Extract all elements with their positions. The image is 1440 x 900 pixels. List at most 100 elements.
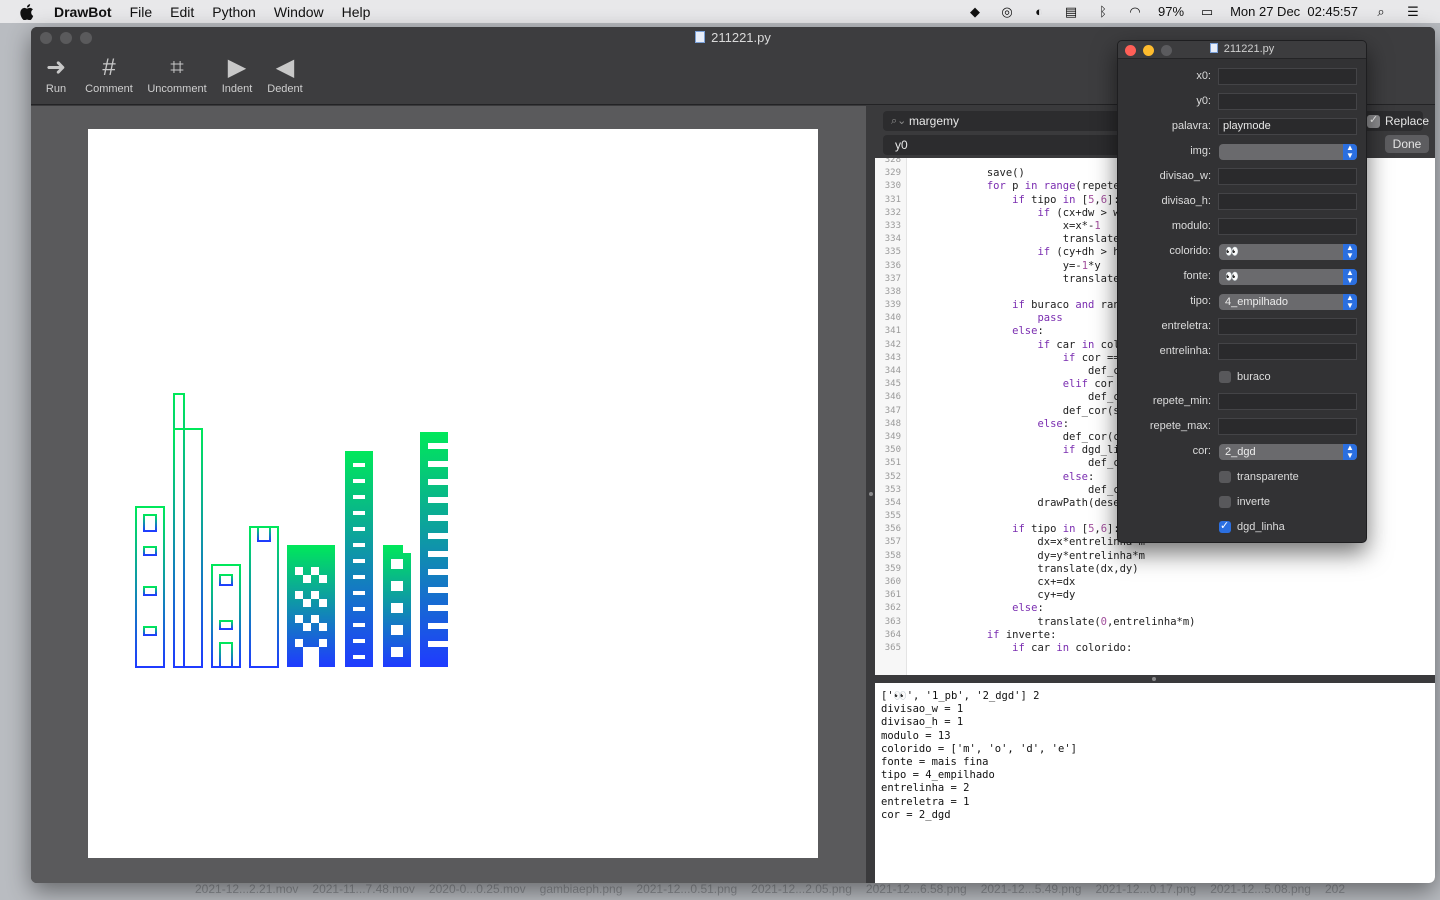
code-line[interactable]: 359 translate(dx,dy) bbox=[875, 563, 1435, 576]
cor-select[interactable]: 2_dgd ▲ ▼ bbox=[1219, 444, 1357, 460]
menu-help[interactable]: Help bbox=[342, 4, 371, 20]
console-line: entrelinha = 2 bbox=[881, 782, 970, 795]
horizontal-splitter-handle[interactable] bbox=[1152, 677, 1156, 681]
buraco-checkbox-box[interactable] bbox=[1219, 371, 1231, 383]
code-line[interactable]: 363 translate(0,entrelinha*m) bbox=[875, 616, 1435, 629]
replace-checkbox-box[interactable] bbox=[1367, 113, 1380, 128]
menu-file[interactable]: File bbox=[130, 4, 153, 20]
uncomment-button[interactable]: ⌗ Uncomment bbox=[145, 53, 209, 95]
code-line[interactable]: 365 if car in colorido: bbox=[875, 642, 1435, 655]
palavra-input[interactable]: playmode bbox=[1218, 118, 1357, 135]
buraco-checkbox[interactable]: buraco bbox=[1219, 371, 1271, 383]
code-text: x=x*-1 bbox=[911, 219, 1101, 232]
line-number: 359 bbox=[884, 563, 901, 574]
inverte-checkbox[interactable]: inverte bbox=[1219, 496, 1270, 508]
code-text: def_cor bbox=[911, 391, 1133, 404]
dedent-button[interactable]: ◀ Dedent bbox=[265, 53, 305, 95]
code-line[interactable]: 360 cx+=dx bbox=[875, 576, 1435, 589]
menu-python[interactable]: Python bbox=[212, 4, 256, 20]
output-console[interactable]: ['👀', '1_pb', '2_dgd'] 2 divisao_w = 1 div… bbox=[875, 683, 1435, 883]
code-text: drawPath(desenh bbox=[911, 496, 1133, 509]
letter-e bbox=[420, 432, 448, 667]
line-number: 358 bbox=[884, 550, 901, 561]
desktop-file-label[interactable]: 2021-11...7.48.mov bbox=[312, 882, 415, 896]
desktop-file-label[interactable]: 2021-12...0.17.png bbox=[1095, 882, 1196, 896]
fonte-select[interactable]: 👀 ▲ ▼ bbox=[1219, 269, 1357, 285]
menu-window[interactable]: Window bbox=[274, 4, 324, 20]
desktop-file-label[interactable]: 2021-12...5.49.png bbox=[981, 882, 1082, 896]
code-line[interactable]: 361 cy+=dy bbox=[875, 589, 1435, 602]
splitter-handle[interactable] bbox=[869, 492, 873, 496]
code-line[interactable]: 364 if inverte: bbox=[875, 629, 1435, 642]
letter-l bbox=[173, 393, 203, 668]
run-button[interactable]: ➜ Run bbox=[39, 53, 73, 95]
desktop-file-label[interactable]: gambiaeph.png bbox=[540, 882, 623, 896]
line-number: 341 bbox=[884, 326, 901, 337]
dropbox-icon[interactable]: ◆ bbox=[966, 4, 984, 19]
canvas-area[interactable] bbox=[31, 106, 866, 883]
comment-button[interactable]: # Comment bbox=[83, 53, 135, 95]
dgd-linha-checkbox-box[interactable] bbox=[1219, 519, 1231, 533]
y0-input[interactable] bbox=[1218, 93, 1357, 110]
code-line[interactable]: 362 else: bbox=[875, 602, 1435, 615]
replace-checkbox-label: Replace bbox=[1385, 114, 1430, 128]
entreletra-input[interactable] bbox=[1218, 318, 1357, 335]
vertical-splitter[interactable] bbox=[866, 106, 875, 883]
tipo-select[interactable]: 4_empilhado ▲ ▼ bbox=[1219, 294, 1357, 310]
fonte-label: fonte: bbox=[1183, 270, 1211, 282]
desktop-file-label[interactable]: 2020-0...0.25.mov bbox=[429, 882, 526, 896]
code-text: if tipo in [5,6]: bbox=[1012, 193, 1120, 206]
desktop-file-label[interactable]: 2021-12...0.51.png bbox=[636, 882, 737, 896]
x0-input[interactable] bbox=[1218, 68, 1357, 85]
divisao-w-input[interactable] bbox=[1218, 168, 1357, 185]
img-select[interactable]: ▲ ▼ bbox=[1219, 144, 1357, 160]
done-button[interactable]: Done bbox=[1385, 135, 1429, 153]
code-text: def_cor bbox=[911, 365, 1133, 377]
indent-button[interactable]: ▶ Indent bbox=[219, 53, 255, 95]
desktop-file-label[interactable]: 2021-12...5.08.png bbox=[1210, 882, 1311, 896]
repete-min-input[interactable] bbox=[1218, 393, 1357, 410]
menu-clock[interactable]: Mon 27 Dec 02:45:57 bbox=[1230, 4, 1358, 19]
desktop-file-label[interactable]: 2021-12...2.05.png bbox=[751, 882, 852, 896]
notification-center-icon[interactable]: ☰ bbox=[1404, 4, 1422, 19]
transparente-checkbox-box[interactable] bbox=[1219, 471, 1231, 483]
replace-checkbox[interactable]: Replace bbox=[1367, 113, 1430, 128]
modulo-input[interactable] bbox=[1218, 218, 1357, 235]
menu-edit[interactable]: Edit bbox=[170, 4, 194, 20]
wifi-icon[interactable]: ◠ bbox=[1126, 4, 1144, 19]
inverte-checkbox-box[interactable] bbox=[1219, 496, 1231, 508]
dgd-linha-checkbox[interactable]: dgd_linha bbox=[1219, 519, 1285, 533]
apple-menu-icon[interactable] bbox=[20, 3, 36, 20]
desktop-file-label[interactable]: 2021-12...6.58.png bbox=[866, 882, 967, 896]
app-menu[interactable]: DrawBot bbox=[54, 4, 112, 20]
desktop-file-label[interactable]: 202 bbox=[1325, 882, 1345, 896]
drawing-page[interactable] bbox=[88, 129, 818, 858]
keyboard-icon[interactable]: ▤ bbox=[1062, 4, 1080, 19]
creative-cloud-icon[interactable]: ◎ bbox=[998, 4, 1016, 19]
divisao-w-label: divisao_w: bbox=[1159, 170, 1211, 182]
entrelinha-input[interactable] bbox=[1218, 343, 1357, 360]
code-text: dx=x*entrelinha*m bbox=[911, 536, 1145, 549]
dark-mode-icon[interactable]: ◐ bbox=[1030, 4, 1048, 19]
y0-label: y0: bbox=[1196, 95, 1211, 107]
spotlight-search-icon[interactable]: ⌕ bbox=[1372, 4, 1390, 19]
desktop-file-label[interactable]: 2021-12...2.21.mov bbox=[195, 882, 298, 896]
inverte-label: inverte bbox=[1237, 496, 1271, 508]
transparente-checkbox[interactable]: transparente bbox=[1219, 471, 1299, 483]
horizontal-splitter[interactable] bbox=[875, 675, 1435, 683]
line-number: 339 bbox=[884, 300, 901, 311]
bluetooth-icon[interactable]: ᛒ bbox=[1094, 4, 1112, 19]
divisao-h-input[interactable] bbox=[1218, 193, 1357, 210]
repete-max-input[interactable] bbox=[1218, 418, 1357, 435]
var-row-buraco: buraco bbox=[1118, 366, 1366, 388]
line-number: 348 bbox=[884, 418, 901, 429]
console-line: colorido = ['m', 'o', 'd', 'e'] bbox=[881, 742, 1077, 755]
colorido-select[interactable]: 👀 ▲ ▼ bbox=[1219, 244, 1357, 260]
battery-percent[interactable]: 97% bbox=[1158, 4, 1184, 19]
repete-min-label: repete_min: bbox=[1152, 395, 1211, 407]
repete-max-label: repete_max: bbox=[1149, 420, 1211, 432]
battery-icon[interactable]: ▭ bbox=[1198, 4, 1216, 19]
code-line[interactable]: 358 dy=y*entrelinha*m bbox=[875, 550, 1435, 563]
